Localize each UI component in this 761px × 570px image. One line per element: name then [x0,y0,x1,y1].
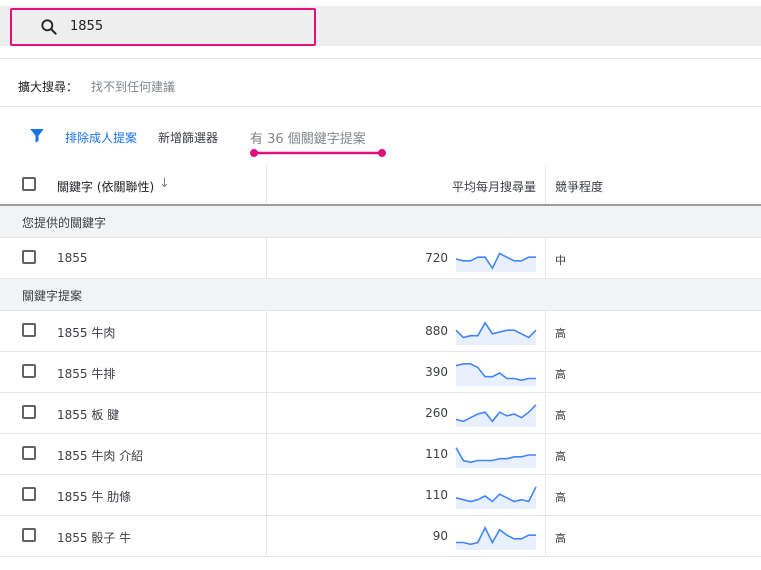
expand-search-label: 擴大搜尋： [18,80,79,94]
trend-sparkline [455,447,536,468]
table-row[interactable]: 1855 牛肉 880 高 [0,311,761,352]
competition-cell: 高 [555,532,566,545]
trend-sparkline [455,362,536,386]
table-row[interactable]: 1855 骰子 牛 90 高 [0,516,761,557]
select-all-checkbox[interactable] [22,177,36,191]
keyword-cell: 1855 骰子 牛 [57,531,132,545]
result-count: 有 36 個關鍵字提案 [250,132,366,147]
column-divider [545,475,546,515]
table-row[interactable]: 1855 板 腱 260 高 [0,393,761,434]
competition-cell: 高 [555,327,566,340]
keyword-cell: 1855 [57,251,88,265]
keyword-cell: 1855 牛肉 介紹 [57,449,144,463]
competition-cell: 高 [555,450,566,463]
row-checkbox[interactable] [22,446,36,460]
divider [0,58,761,59]
sparkline-area [456,527,536,550]
filter-icon[interactable] [28,126,46,144]
section-label: 關鍵字提案 [22,289,83,303]
volume-column-header[interactable]: 平均每月搜尋量 [420,178,536,195]
column-divider [545,311,546,351]
trend-sparkline [455,252,536,272]
volume-cell: 880 [425,324,448,338]
column-divider [545,434,546,474]
column-divider [266,311,267,351]
table-section-header: 關鍵字提案 [0,279,761,311]
row-checkbox[interactable] [22,405,36,419]
column-divider [266,238,267,278]
competition-cell: 高 [555,409,566,422]
competition-cell: 高 [555,368,566,381]
column-divider [266,434,267,474]
sparkline-area [456,253,536,272]
trend-sparkline [456,526,536,550]
trend-sparkline [455,404,537,427]
search-icon[interactable] [39,17,59,37]
volume-cell: 390 [425,365,448,379]
column-divider [545,352,546,392]
column-divider [545,516,546,556]
keyword-cell: 1855 牛排 [57,367,116,381]
divider [0,106,761,107]
add-filter-button[interactable]: 新增篩選器 [158,129,218,146]
table-section-header: 您提供的關鍵字 [0,206,761,238]
search-input[interactable]: 1855 [70,19,103,34]
row-checkbox[interactable] [22,528,36,542]
row-checkbox[interactable] [22,487,36,501]
keyword-cell: 1855 牛肉 [57,326,116,340]
table-row[interactable]: 1855 牛 肋條 110 高 [0,475,761,516]
table-row[interactable]: 1855 牛肉 介紹 110 高 [0,434,761,475]
trend-sparkline [455,486,537,509]
volume-cell: 260 [425,406,448,420]
competition-column-header[interactable]: 競爭程度 [555,178,603,195]
column-divider [266,516,267,556]
row-checkbox[interactable] [22,323,36,337]
table-header-row: 關鍵字 (依關聯性) ↓ 平均每月搜尋量 競爭程度 [0,164,761,206]
keyword-column-header[interactable]: 關鍵字 (依關聯性) [57,178,154,195]
section-label: 您提供的關鍵字 [22,216,107,230]
competition-cell: 中 [555,254,566,267]
expand-search-value: 找不到任何建議 [91,80,176,94]
exclude-adult-filter[interactable]: 排除成人提案 [65,129,137,146]
row-checkbox[interactable] [22,364,36,378]
highlight-underline [250,149,386,157]
volume-cell: 720 [425,251,448,265]
volume-cell: 90 [432,529,448,543]
keyword-cell: 1855 牛 肋條 [57,490,132,504]
column-divider [545,238,546,278]
competition-cell: 高 [555,491,566,504]
volume-cell: 110 [425,447,448,461]
keyword-cell: 1855 板 腱 [57,408,120,422]
sparkline-area [456,322,536,345]
trend-sparkline [455,321,537,345]
column-divider [545,393,546,433]
column-divider [266,475,267,515]
row-checkbox[interactable] [22,250,36,264]
table-row[interactable]: 1855 720 中 [0,238,761,279]
sort-arrow-icon[interactable]: ↓ [159,176,170,191]
table-row[interactable]: 1855 牛排 390 高 [0,352,761,393]
column-divider [266,164,267,204]
column-divider [266,352,267,392]
volume-cell: 110 [425,488,448,502]
sparkline-area [456,447,536,468]
column-divider [266,393,267,433]
column-divider [545,164,546,204]
